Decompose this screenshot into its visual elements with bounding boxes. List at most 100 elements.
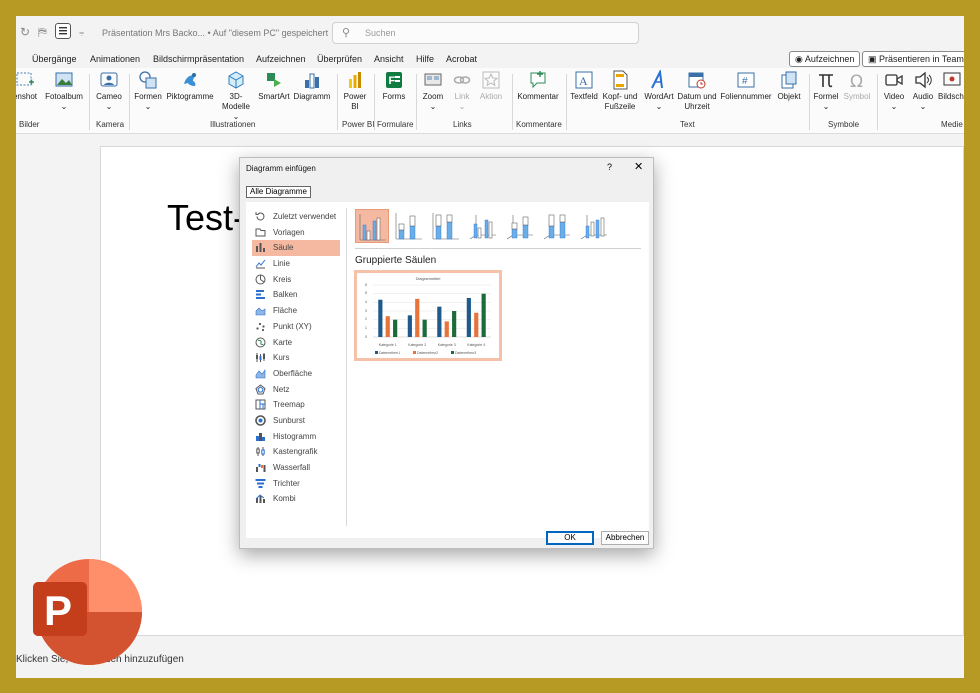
video-button[interactable]: Video ⌄ — [881, 70, 907, 112]
category-combo[interactable]: Kombi — [252, 491, 340, 507]
ok-button[interactable]: OK — [546, 531, 594, 545]
powerbi-button[interactable]: Power BI — [340, 70, 370, 112]
redo-icon[interactable]: ↻ — [20, 25, 30, 39]
subtype-3d-stacked-column[interactable] — [503, 209, 537, 243]
zoom-button[interactable]: Zoom ⌄ — [419, 70, 447, 112]
forms-button[interactable]: F Forms — [378, 70, 410, 102]
recent-icon — [255, 212, 265, 221]
y-tick-label: 0 — [365, 334, 367, 339]
bar-Datenreihen1-1 — [378, 299, 383, 337]
folder-icon — [255, 228, 266, 237]
audio-button[interactable]: Audio ⌄ — [910, 70, 936, 112]
category-area[interactable]: Fläche — [252, 303, 340, 319]
chart-preview[interactable]: Diagrammtitel 0123456 Kategorie 1 Kategor… — [354, 270, 502, 361]
bar-Datenreihen3-2 — [422, 319, 427, 337]
category-boxplot[interactable]: Kastengrafik — [252, 444, 340, 460]
tab-help[interactable]: Hilfe — [416, 54, 434, 64]
subtype-3d-column[interactable] — [577, 209, 611, 243]
surface-chart-icon — [255, 368, 266, 379]
category-pie[interactable]: Kreis — [252, 272, 340, 288]
column-chart-icon — [256, 243, 265, 253]
subtype-3d-clustered-column[interactable] — [466, 209, 500, 243]
bar-Datenreihen3-3 — [452, 311, 457, 337]
tab-review[interactable]: Überprüfen — [317, 54, 362, 64]
subtype-3d-100-stacked-column[interactable] — [540, 209, 574, 243]
tab-all-charts[interactable]: Alle Diagramme — [246, 186, 311, 198]
record-button[interactable]: ◉ Aufzeichnen — [789, 51, 861, 67]
close-icon[interactable]: ✕ — [634, 160, 643, 173]
photoalbum-button[interactable]: Fotoalbum ⌄ — [44, 70, 84, 112]
video-icon — [885, 74, 903, 86]
category-recent[interactable]: Zuletzt verwendet — [252, 209, 340, 225]
icons-button[interactable]: Piktogramme — [165, 70, 215, 102]
cancel-button[interactable]: Abbrechen — [601, 531, 649, 545]
category-histogram[interactable]: Histogramm — [252, 429, 340, 445]
screen-recording-button[interactable]: Bildsch — [938, 70, 964, 102]
category-waterfall[interactable]: Wasserfall — [252, 460, 340, 476]
category-treemap[interactable]: Treemap — [252, 397, 340, 413]
category-line[interactable]: Linie — [252, 256, 340, 272]
category-map[interactable]: Karte — [252, 335, 340, 351]
layout-icon[interactable] — [55, 23, 71, 39]
shapes-button[interactable]: Formen ⌄ — [132, 70, 164, 112]
category-scatter[interactable]: Punkt (XY) — [252, 319, 340, 335]
subtype-100-stacked-column[interactable] — [429, 209, 463, 243]
link-button[interactable]: Link ⌄ — [449, 70, 475, 112]
chevron-down-icon: ⌄ — [458, 102, 466, 111]
tab-slideshow[interactable]: Bildschirmpräsentation — [153, 54, 244, 64]
stacked-column-thumb-icon — [395, 213, 422, 240]
category-bar[interactable]: Balken — [252, 287, 340, 303]
textbox-button[interactable]: A Textfeld — [569, 70, 599, 102]
cube-icon — [228, 71, 244, 89]
status-bar: Klicken Sie, um Notizen hinzuzufügen — [16, 652, 964, 678]
chart-button[interactable]: Diagramm — [292, 70, 332, 102]
tab-transitions[interactable]: Übergänge — [32, 54, 77, 64]
tab-animations[interactable]: Animationen — [90, 54, 140, 64]
tab-acrobat[interactable]: Acrobat — [446, 54, 477, 64]
x-tick-label: Kategorie 2 — [408, 343, 427, 347]
slide-number-icon: # — [737, 72, 755, 88]
3d-models-button[interactable]: 3D- Modelle ⌄ — [218, 70, 254, 122]
screen-recording-icon — [943, 72, 961, 86]
action-button[interactable]: Aktion — [476, 70, 506, 102]
comment-button[interactable]: Kommentar — [515, 70, 561, 102]
category-column[interactable]: Säule — [252, 240, 340, 257]
symbol-button[interactable]: Ω Symbol — [842, 70, 872, 102]
header-footer-button[interactable]: Kopf- und Fußzeile — [600, 70, 640, 112]
tab-view[interactable]: Ansicht — [374, 54, 404, 64]
tab-record[interactable]: Aufzeichnen — [256, 54, 306, 64]
subtype-clustered-column[interactable] — [355, 209, 389, 243]
group-label-symbols: Symbole — [828, 120, 860, 129]
screenshot-icon — [16, 72, 34, 86]
present-teams-button[interactable]: ▣ Präsentieren in Teams — [862, 51, 964, 67]
subtype-stacked-column[interactable] — [392, 209, 426, 243]
smartart-button[interactable]: SmartArt — [256, 70, 292, 102]
pi-icon — [819, 74, 833, 88]
slide-title-text[interactable]: Test- — [167, 197, 245, 239]
chevron-down-icon: ⌄ — [890, 102, 898, 111]
help-button[interactable]: ? — [607, 162, 612, 172]
cameo-button[interactable]: Cameo ⌄ — [94, 70, 124, 112]
customize-icon[interactable]: ⩦ — [79, 27, 84, 38]
legend-swatch — [413, 351, 416, 354]
category-funnel[interactable]: Trichter — [252, 476, 340, 492]
category-radar[interactable]: Netz — [252, 382, 340, 398]
datetime-button[interactable]: Datum und Uhrzeit — [676, 70, 718, 112]
category-surface[interactable]: Oberfläche — [252, 366, 340, 382]
chevron-down-icon: ⌄ — [822, 102, 830, 111]
legend-item: Datenreihen2 — [413, 351, 438, 355]
category-stock[interactable]: Kurs — [252, 350, 340, 366]
area-chart-icon — [255, 307, 266, 316]
category-sunburst[interactable]: Sunburst — [252, 413, 340, 429]
search-input[interactable]: ⚲ Suchen — [332, 22, 639, 44]
wordart-button[interactable]: WordArt ⌄ — [642, 70, 676, 112]
shapes-icon — [139, 71, 157, 89]
slide-number-button[interactable]: # Foliennummer — [719, 70, 773, 102]
object-button[interactable]: Objekt — [774, 70, 804, 102]
category-templates[interactable]: Vorlagen — [252, 225, 340, 241]
document-title[interactable]: Präsentation Mrs Backo... • Auf "diesem … — [102, 28, 337, 38]
screenshot-button[interactable]: enshot — [16, 70, 40, 102]
present-icon[interactable]: ⛿ — [38, 25, 47, 40]
comment-icon — [530, 71, 546, 89]
formula-button[interactable]: Formel ⌄ — [811, 70, 841, 112]
